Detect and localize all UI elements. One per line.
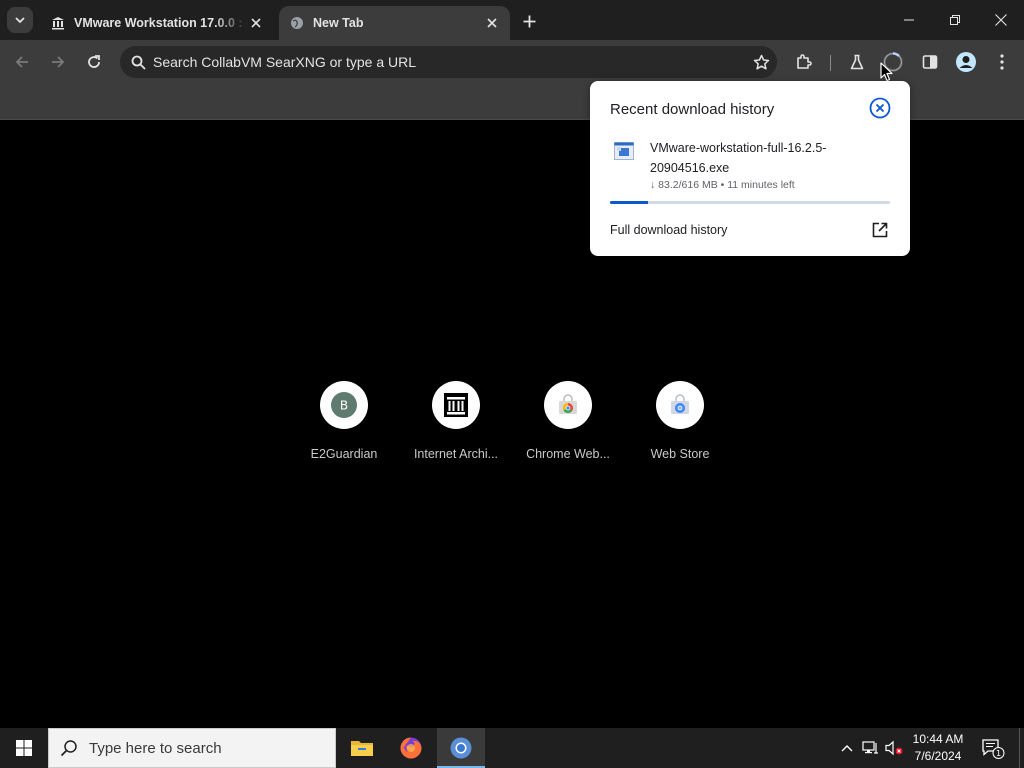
shortcut-e2guardian[interactable]: B E2Guardian bbox=[294, 381, 394, 461]
close-icon[interactable] bbox=[248, 15, 264, 31]
close-icon[interactable] bbox=[484, 15, 500, 31]
shortcut-icon-circle bbox=[432, 381, 480, 429]
shortcut-internet-archive[interactable]: Internet Archi... bbox=[406, 381, 506, 461]
plus-icon bbox=[523, 15, 535, 27]
tray-network[interactable] bbox=[862, 739, 880, 757]
letter-b-icon: B bbox=[331, 392, 357, 418]
svg-text:B: B bbox=[340, 399, 348, 413]
shortcut-icon-circle: B bbox=[320, 381, 368, 429]
shortcut-label: E2Guardian bbox=[310, 447, 378, 461]
tray-overflow-button[interactable] bbox=[838, 739, 856, 757]
chevron-up-icon bbox=[841, 745, 853, 752]
minimize-button[interactable] bbox=[886, 0, 932, 40]
tab-title: New Tab bbox=[313, 16, 364, 30]
forward-button[interactable] bbox=[44, 48, 72, 76]
reload-icon bbox=[88, 55, 100, 68]
taskbar-firefox[interactable] bbox=[387, 728, 435, 768]
tab-title: VMware Workstation 17.0.0 : Fr bbox=[74, 16, 248, 30]
omnibox-placeholder: Search CollabVM SearXNG or type a URL bbox=[153, 54, 416, 70]
shortcut-icon-circle bbox=[544, 381, 592, 429]
shortcut-label: Internet Archi... bbox=[413, 447, 499, 461]
avatar-icon bbox=[956, 52, 976, 72]
arrow-right-icon bbox=[52, 56, 65, 68]
exe-file-icon bbox=[614, 142, 634, 160]
taskbar-clock[interactable]: 10:44 AM 7/6/2024 bbox=[906, 731, 970, 765]
tab-strip: VMware Workstation 17.0.0 : Fr New Tab bbox=[0, 0, 1024, 40]
windows-logo-icon bbox=[16, 740, 32, 756]
restore-icon bbox=[950, 15, 960, 25]
taskbar-search-placeholder: Type here to search bbox=[89, 739, 222, 757]
close-window-button[interactable] bbox=[978, 0, 1024, 40]
archive-institution-icon bbox=[50, 15, 66, 31]
clock-time: 10:44 AM bbox=[912, 732, 964, 746]
close-circle-icon bbox=[869, 97, 891, 119]
svg-text:1: 1 bbox=[996, 749, 1001, 758]
clock-date: 7/6/2024 bbox=[914, 749, 962, 763]
download-progress-fill bbox=[610, 201, 648, 204]
action-center-button[interactable]: 1 bbox=[978, 736, 1008, 760]
download-status: ↓ 83.2/616 MB • 11 minutes left bbox=[650, 179, 795, 191]
toolbar: Search CollabVM SearXNG or type a URL bbox=[0, 40, 1024, 84]
tab-search-button[interactable] bbox=[7, 7, 33, 33]
shortcut-label: Chrome Web... bbox=[526, 447, 610, 461]
download-file-name[interactable]: VMware-workstation-full-16.2.5-20904516.… bbox=[650, 138, 830, 178]
shortcut-chrome-web-store[interactable]: Chrome Web... bbox=[518, 381, 618, 461]
network-icon bbox=[862, 741, 878, 754]
globe-icon bbox=[289, 15, 305, 31]
chrome-icon bbox=[450, 737, 472, 759]
flask-icon bbox=[850, 54, 864, 70]
close-icon bbox=[995, 14, 1007, 26]
download-bubble: Recent download history VMware-workstati… bbox=[590, 81, 910, 256]
full-download-history-link[interactable]: Full download history bbox=[610, 223, 727, 237]
start-button[interactable] bbox=[0, 728, 48, 768]
taskbar-chrome[interactable] bbox=[437, 728, 485, 768]
taskbar-search-box[interactable]: Type here to search bbox=[48, 728, 336, 768]
labs-button[interactable] bbox=[843, 48, 871, 76]
tab-vmware[interactable]: VMware Workstation 17.0.0 : Fr bbox=[40, 6, 274, 40]
show-desktop-button[interactable] bbox=[1019, 728, 1020, 768]
minimize-icon bbox=[904, 19, 914, 21]
omnibox[interactable]: Search CollabVM SearXNG or type a URL bbox=[120, 46, 777, 78]
side-panel-icon bbox=[922, 55, 938, 69]
shortcut-web-store[interactable]: Web Store bbox=[630, 381, 730, 461]
chevron-down-icon bbox=[15, 17, 25, 24]
restore-button[interactable] bbox=[932, 0, 978, 40]
folder-icon bbox=[351, 741, 373, 756]
profile-button[interactable] bbox=[952, 48, 980, 76]
volume-muted-icon bbox=[885, 740, 903, 756]
download-bubble-title: Recent download history bbox=[610, 101, 775, 118]
chrome-web-store-icon bbox=[559, 394, 577, 414]
back-button[interactable] bbox=[8, 48, 36, 76]
shortcut-icon-circle bbox=[656, 381, 704, 429]
tab-new-tab[interactable]: New Tab bbox=[279, 6, 510, 40]
taskbar-file-explorer[interactable] bbox=[338, 728, 386, 768]
toolbar-separator bbox=[830, 55, 831, 71]
arrow-left-icon bbox=[15, 56, 28, 68]
open-external-icon[interactable] bbox=[871, 221, 889, 239]
notification-icon: 1 bbox=[982, 739, 1005, 759]
web-store-icon bbox=[671, 394, 689, 414]
shortcut-label: Web Store bbox=[650, 447, 710, 461]
new-tab-button[interactable] bbox=[518, 10, 540, 32]
puzzle-icon bbox=[797, 54, 812, 69]
taskbar: Type here to search 10:44 AM 7/6/2024 1 bbox=[0, 728, 1024, 768]
bookmark-star-icon[interactable] bbox=[745, 54, 777, 71]
reload-button[interactable] bbox=[80, 48, 108, 76]
tray-volume[interactable] bbox=[885, 739, 903, 757]
download-progress-bar bbox=[610, 201, 890, 204]
download-bubble-close-button[interactable] bbox=[868, 96, 892, 120]
firefox-icon bbox=[400, 737, 422, 759]
kebab-menu-icon bbox=[1000, 54, 1004, 70]
search-icon bbox=[49, 739, 89, 757]
menu-button[interactable] bbox=[988, 48, 1016, 76]
search-icon bbox=[120, 55, 150, 70]
side-panel-button[interactable] bbox=[916, 48, 944, 76]
extensions-button[interactable] bbox=[790, 48, 818, 76]
archive-institution-icon bbox=[444, 393, 468, 417]
mouse-cursor-icon bbox=[880, 62, 893, 82]
